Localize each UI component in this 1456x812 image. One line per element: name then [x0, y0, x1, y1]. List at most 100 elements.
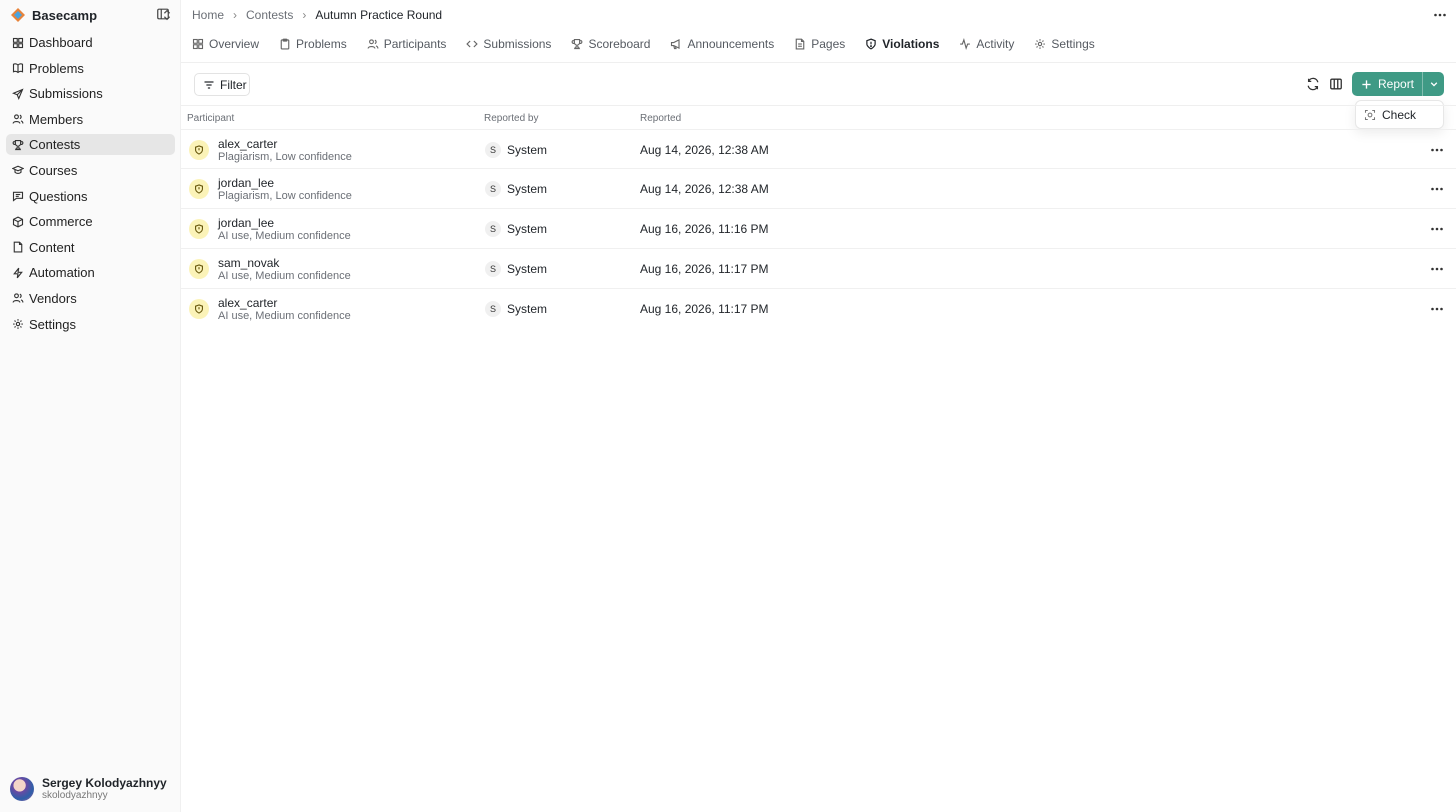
tab-label: Submissions	[483, 37, 552, 51]
tab-problems[interactable]: Problems	[279, 35, 347, 53]
table-row[interactable]: alex_carter AI use, Medium confidence S …	[181, 288, 1456, 328]
gear-icon	[1035, 39, 1046, 49]
participant-name[interactable]: alex_carter	[218, 296, 277, 310]
tab-label: Settings	[1051, 37, 1095, 51]
tab-label: Scoreboard	[588, 37, 651, 51]
table-row[interactable]: jordan_lee AI use, Medium confidence S S…	[181, 208, 1456, 248]
refresh-icon[interactable]	[1306, 77, 1320, 91]
reporter-name: System	[507, 262, 548, 276]
file-icon	[795, 38, 805, 50]
participant-name[interactable]: sam_novak	[218, 256, 279, 270]
user-info: Sergey Kolodyazhnyy skolodyazhnyy	[42, 776, 167, 802]
tab-participants[interactable]: Participants	[367, 35, 447, 53]
table-header-divider	[181, 105, 1456, 106]
tab-label: Participants	[383, 37, 447, 51]
sidebar-item-problems[interactable]: Problems	[6, 58, 175, 79]
trophy-icon	[12, 139, 24, 150]
workspace-name: Basecamp	[32, 7, 98, 23]
user-handle: skolodyazhnyy	[42, 790, 108, 801]
violation-shield-icon	[189, 299, 209, 319]
tab-label: Problems	[296, 37, 347, 51]
user-menu[interactable]: Sergey Kolodyazhnyy skolodyazhnyy	[10, 774, 175, 804]
participant-name[interactable]: alex_carter	[218, 137, 277, 151]
table-row[interactable]: jordan_lee Plagiarism, Low confidence S …	[181, 168, 1456, 208]
sidebar: Basecamp Dashboard Problems Submissions …	[0, 0, 181, 812]
reporter-name: System	[507, 302, 548, 316]
tab-pages[interactable]: Pages	[794, 35, 845, 53]
reported-date: Aug 14, 2026, 12:38 AM	[640, 143, 769, 157]
sidebar-item-label: Submissions	[29, 86, 103, 102]
sidebar-item-label: Members	[29, 111, 84, 127]
sidebar-item-members[interactable]: Members	[6, 109, 175, 130]
clipboard-icon	[280, 38, 290, 50]
file-icon	[13, 241, 23, 253]
report-button[interactable]: Report	[1352, 72, 1422, 96]
sidebar-item-settings[interactable]: Settings	[6, 314, 175, 335]
report-button-group: Report	[1352, 72, 1444, 96]
violation-description: AI use, Medium confidence	[218, 310, 351, 322]
gear-icon	[13, 319, 23, 329]
more-horizontal-icon[interactable]	[1432, 7, 1448, 23]
sidebar-item-label: Questions	[29, 188, 88, 204]
more-horizontal-icon[interactable]	[1429, 221, 1445, 237]
tab-settings[interactable]: Settings	[1034, 35, 1095, 53]
column-header-reported[interactable]: Reported	[640, 113, 681, 124]
column-header-participant[interactable]: Participant	[187, 113, 234, 124]
sidebar-toggle-icon[interactable]	[156, 7, 170, 21]
violation-description: AI use, Medium confidence	[218, 270, 351, 282]
shield-icon	[866, 38, 876, 50]
workspace-switcher[interactable]: Basecamp	[10, 6, 174, 24]
reported-date: Aug 16, 2026, 11:17 PM	[640, 302, 769, 316]
package-icon	[12, 216, 24, 228]
tab-label: Violations	[882, 37, 940, 51]
breadcrumb-contests[interactable]: Contests	[246, 8, 293, 22]
violation-shield-icon	[189, 219, 209, 239]
column-header-reported-by[interactable]: Reported by	[484, 113, 538, 124]
sidebar-item-label: Content	[29, 239, 75, 255]
sidebar-item-label: Dashboard	[29, 35, 93, 50]
sidebar-item-vendors[interactable]: Vendors	[6, 288, 175, 309]
tab-submissions[interactable]: Submissions	[466, 35, 551, 53]
scan-icon	[1364, 109, 1376, 120]
more-horizontal-icon[interactable]	[1429, 142, 1445, 158]
tab-label: Overview	[209, 37, 260, 51]
tab-announcements[interactable]: Announcements	[670, 35, 774, 53]
participant-name[interactable]: jordan_lee	[218, 176, 274, 190]
contest-tabs: Overview Problems Participants Submissio…	[192, 35, 1115, 53]
sidebar-item-label: Settings	[29, 316, 76, 332]
tab-label: Pages	[811, 37, 846, 51]
message-square-icon	[12, 191, 24, 202]
tab-scoreboard[interactable]: Scoreboard	[571, 35, 650, 53]
report-dropdown-toggle[interactable]	[1422, 72, 1444, 96]
chevron-right-icon: ›	[233, 8, 238, 22]
more-horizontal-icon[interactable]	[1429, 181, 1445, 197]
sidebar-item-automation[interactable]: Automation	[6, 262, 175, 283]
more-horizontal-icon[interactable]	[1429, 261, 1445, 277]
columns-icon[interactable]	[1329, 77, 1343, 91]
reported-date: Aug 14, 2026, 12:38 AM	[640, 182, 769, 196]
code-icon	[466, 40, 479, 48]
breadcrumb-home[interactable]: Home	[192, 8, 224, 22]
zap-icon	[13, 267, 23, 279]
sidebar-item-label: Vendors	[29, 290, 77, 306]
filter-button[interactable]: Filter	[194, 73, 250, 96]
tab-violations[interactable]: Violations	[865, 35, 939, 53]
sidebar-item-submissions[interactable]: Submissions	[6, 83, 175, 104]
tab-overview[interactable]: Overview	[192, 35, 259, 53]
sidebar-item-commerce[interactable]: Commerce	[6, 211, 175, 232]
breadcrumb: Home › Contests › Autumn Practice Round	[192, 7, 442, 23]
sidebar-item-dashboard[interactable]: Dashboard	[6, 32, 175, 53]
violation-description: AI use, Medium confidence	[218, 230, 351, 242]
table-row[interactable]: alex_carter Plagiarism, Low confidence S…	[181, 129, 1456, 169]
more-horizontal-icon[interactable]	[1429, 301, 1445, 317]
sidebar-item-content[interactable]: Content	[6, 237, 175, 258]
sidebar-item-courses[interactable]: Courses	[6, 160, 175, 181]
participant-name[interactable]: jordan_lee	[218, 216, 274, 230]
sidebar-item-contests[interactable]: Contests	[6, 134, 175, 156]
dropdown-item-check[interactable]: Check	[1382, 108, 1416, 122]
tab-activity[interactable]: Activity	[959, 35, 1014, 53]
sidebar-item-questions[interactable]: Questions	[6, 186, 175, 207]
send-icon	[12, 88, 24, 100]
chevron-right-icon: ›	[302, 8, 307, 22]
table-row[interactable]: sam_novak AI use, Medium confidence S Sy…	[181, 248, 1456, 288]
